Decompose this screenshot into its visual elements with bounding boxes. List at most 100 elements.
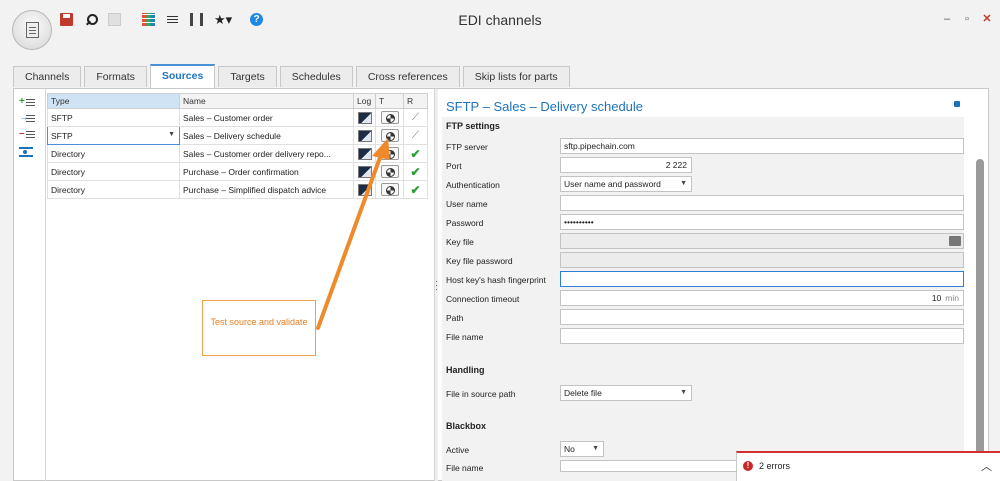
- ftp-server-input[interactable]: sftp.pipechain.com: [560, 138, 964, 154]
- key-file-password-input[interactable]: [560, 252, 964, 268]
- tab-skip-lists[interactable]: Skip lists for parts: [462, 66, 570, 87]
- grid-icon[interactable]: [108, 13, 121, 26]
- splitter-grip-icon[interactable]: · · ·: [435, 277, 438, 294]
- tabs-area: Channels Formats Sources Targets Schedul…: [0, 58, 1000, 481]
- ftp-settings-heading: FTP settings: [446, 121, 500, 131]
- folder-icon[interactable]: [949, 236, 961, 246]
- table-row[interactable]: Directory Purchase – Order confirmation …: [47, 162, 428, 181]
- search-icon[interactable]: [84, 13, 98, 26]
- type-cell[interactable]: Directory: [47, 144, 180, 163]
- log-icon[interactable]: [357, 129, 372, 142]
- connection-timeout-input[interactable]: 10 min: [560, 290, 964, 306]
- minimize-icon[interactable]: –: [940, 12, 954, 26]
- test-source-icon[interactable]: [380, 111, 399, 124]
- table-row[interactable]: Directory Purchase – Simplified dispatch…: [47, 180, 428, 199]
- delete-row-icon[interactable]: –: [19, 129, 35, 141]
- detail-title: SFTP – Sales – Delivery schedule: [446, 99, 644, 114]
- check-icon: ✔: [410, 182, 421, 197]
- tab-schedules[interactable]: Schedules: [279, 66, 353, 87]
- connection-timeout-label: Connection timeout: [446, 294, 520, 304]
- columns-icon[interactable]: [190, 13, 203, 26]
- chevron-down-icon[interactable]: ▼: [168, 131, 175, 138]
- test-source-icon[interactable]: [380, 147, 399, 160]
- user-name-input[interactable]: [560, 195, 964, 211]
- tab-formats[interactable]: Formats: [84, 66, 147, 87]
- name-cell[interactable]: Sales – Customer order delivery repo...: [179, 144, 354, 163]
- password-input[interactable]: ••••••••••: [560, 214, 964, 230]
- name-cell[interactable]: Sales – Delivery schedule: [179, 126, 354, 145]
- application-menu-button[interactable]: [12, 10, 52, 50]
- authentication-select[interactable]: User name and password ▼: [560, 176, 692, 192]
- authentication-value: User name and password: [564, 179, 661, 189]
- tab-cross-references[interactable]: Cross references: [355, 66, 460, 87]
- filter-icon[interactable]: [166, 13, 179, 26]
- authentication-label: Authentication: [446, 180, 500, 190]
- select-row-icon[interactable]: [19, 147, 33, 157]
- chevron-down-icon[interactable]: ▼: [592, 442, 599, 456]
- table-row[interactable]: Directory Sales – Customer order deliver…: [47, 144, 428, 163]
- error-icon: !: [743, 461, 753, 471]
- chevron-down-icon[interactable]: ▼: [680, 177, 687, 191]
- column-header-test[interactable]: T: [375, 93, 404, 109]
- wand-icon: ⟋: [412, 130, 419, 141]
- toolbar-divider: [45, 89, 46, 481]
- insert-row-icon[interactable]: →: [19, 113, 35, 125]
- save-icon[interactable]: [60, 13, 73, 26]
- table-row[interactable]: SFTP Sales – Customer order ⟋: [47, 108, 428, 127]
- key-file-label: Key file: [446, 237, 474, 247]
- colors-icon[interactable]: [142, 13, 155, 26]
- pin-icon[interactable]: [954, 101, 960, 107]
- type-cell[interactable]: SFTP: [47, 108, 180, 127]
- tab-channels[interactable]: Channels: [13, 66, 82, 87]
- add-row-icon[interactable]: +: [19, 97, 35, 109]
- log-icon[interactable]: [357, 147, 372, 160]
- column-header-name[interactable]: Name: [179, 93, 354, 109]
- timeout-unit: min: [945, 293, 959, 303]
- maximize-icon[interactable]: ▫: [960, 12, 974, 26]
- file-name-label: File name: [446, 332, 484, 342]
- name-cell[interactable]: Purchase – Simplified dispatch advice: [179, 180, 354, 199]
- file-name-input-2[interactable]: [560, 460, 750, 472]
- blackbox-heading: Blackbox: [446, 421, 487, 431]
- test-source-icon[interactable]: [380, 165, 399, 178]
- errors-panel[interactable]: ! 2 errors ︿: [736, 451, 1000, 481]
- log-icon[interactable]: [357, 183, 372, 196]
- tab-strip: Channels Formats Sources Targets Schedul…: [13, 64, 573, 88]
- port-input[interactable]: 2 222: [560, 157, 692, 173]
- column-header-log[interactable]: Log: [353, 93, 376, 109]
- log-icon[interactable]: [357, 111, 372, 124]
- file-in-source-path-value: Delete file: [564, 388, 602, 398]
- favorites-star-icon[interactable]: ★▾: [214, 13, 234, 26]
- host-key-label: Host key's hash fingerprint: [446, 275, 546, 285]
- table-row[interactable]: SFTP ▼ Sales – Delivery schedule ⟋: [47, 126, 428, 145]
- column-header-type[interactable]: Type: [47, 93, 180, 109]
- row-toolbar: + → –: [19, 97, 41, 161]
- key-file-input[interactable]: [560, 233, 964, 249]
- file-in-source-path-select[interactable]: Delete file ▼: [560, 385, 692, 401]
- type-cell[interactable]: Directory: [47, 180, 180, 199]
- tab-targets[interactable]: Targets: [218, 66, 277, 87]
- chevron-down-icon[interactable]: ▼: [680, 386, 687, 400]
- column-header-result[interactable]: R: [403, 93, 428, 109]
- active-select[interactable]: No ▼: [560, 441, 604, 457]
- name-cell[interactable]: Purchase – Order confirmation: [179, 162, 354, 181]
- path-input[interactable]: [560, 309, 964, 325]
- file-in-source-path-label: File in source path: [446, 389, 516, 399]
- wand-icon: ⟋: [412, 112, 419, 123]
- key-file-password-label: Key file password: [446, 256, 513, 266]
- tab-sources[interactable]: Sources: [149, 64, 216, 88]
- name-cell[interactable]: Sales – Customer order: [179, 108, 354, 127]
- active-label: Active: [446, 445, 470, 455]
- chevron-up-icon[interactable]: ︿: [981, 458, 992, 474]
- sources-content: + → – Type Name Log T R SFTP Sales – Cus…: [13, 88, 989, 481]
- log-icon[interactable]: [357, 165, 372, 178]
- type-cell[interactable]: Directory: [47, 162, 180, 181]
- help-icon[interactable]: ?: [250, 13, 263, 26]
- close-icon[interactable]: ✕: [980, 12, 994, 26]
- file-name-input[interactable]: [560, 328, 964, 344]
- host-key-input[interactable]: [560, 271, 964, 287]
- test-source-icon[interactable]: [380, 183, 399, 196]
- detail-scrollbar[interactable]: [976, 159, 984, 475]
- type-cell[interactable]: SFTP ▼: [47, 126, 180, 145]
- test-source-icon[interactable]: [380, 129, 399, 142]
